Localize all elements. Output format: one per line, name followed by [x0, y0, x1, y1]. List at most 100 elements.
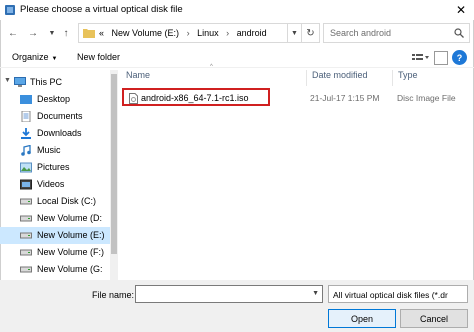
file-name-input[interactable]: ▼ [135, 285, 323, 303]
nav-item-documents[interactable]: Documents [0, 108, 110, 125]
nav-item-label: Pictures [37, 162, 70, 172]
arrow-left-icon: ← [8, 27, 18, 39]
folder-icon [83, 29, 95, 38]
chevron-down-icon: ▼ [48, 29, 56, 37]
column-divider[interactable] [392, 70, 393, 86]
open-button[interactable]: Open [328, 309, 396, 328]
nav-item-music[interactable]: Music [0, 142, 110, 159]
nav-item-label: Downloads [37, 128, 82, 138]
chevron-down-icon[interactable]: ▼ [312, 290, 319, 297]
nav-item-label: Desktop [37, 94, 71, 104]
pictures-folder-icon [20, 162, 32, 173]
nav-item-new-volume-d[interactable]: New Volume (D: [0, 210, 110, 227]
videos-folder-icon [20, 179, 32, 190]
nav-item-new-volume-g[interactable]: New Volume (G: [0, 261, 110, 278]
forward-button[interactable]: → [26, 26, 40, 40]
column-divider[interactable] [306, 70, 307, 86]
help-button[interactable]: ? [452, 50, 467, 65]
documents-folder-icon [21, 111, 31, 122]
window-title: Please choose a virtual optical disk fil… [20, 4, 183, 15]
search-icon [454, 28, 464, 38]
downloads-folder-icon [21, 128, 31, 139]
navigation-pane: ▼ This PC Desktop Documents Downloads Mu… [0, 70, 110, 280]
arrow-up-icon: ↑ [63, 27, 69, 39]
file-type: Disc Image File [397, 93, 456, 103]
nav-item-label: This PC [30, 77, 63, 87]
nav-item-label: Videos [37, 179, 65, 189]
breadcrumb-separator: › [186, 28, 190, 38]
breadcrumb-separator: › [226, 28, 230, 38]
drive-icon [20, 249, 32, 256]
address-bar[interactable]: « New Volume (E:) › Linux › android [78, 23, 288, 43]
close-icon: ✕ [455, 3, 467, 17]
file-type-filter-value: All virtual optical disk files (*.dr [333, 290, 448, 300]
cancel-button[interactable]: Cancel [400, 309, 468, 328]
refresh-icon: ↻ [306, 27, 315, 39]
change-view-button[interactable] [410, 51, 432, 65]
refresh-button[interactable]: ↻ [302, 23, 320, 43]
nav-item-label: Music [37, 145, 61, 155]
drive-icon [20, 232, 32, 239]
caret-down-icon: ▼ [51, 56, 58, 62]
nav-item-label: New Volume (E:) [37, 230, 105, 240]
file-type-filter-select[interactable]: All virtual optical disk files (*.dr [328, 285, 468, 303]
computer-icon [14, 77, 26, 87]
chevron-down-icon: ▼ [291, 29, 298, 37]
nav-item-desktop[interactable]: Desktop [0, 91, 110, 108]
organize-button[interactable]: Organize ▼ [12, 52, 57, 62]
scrollbar-thumb[interactable] [111, 74, 117, 254]
column-header-type[interactable]: Type [398, 70, 418, 86]
drive-icon [20, 266, 32, 273]
address-dropdown-button[interactable]: ▼ [288, 23, 302, 43]
back-button[interactable]: ← [6, 26, 20, 40]
dialog-footer: File name: ▼ All virtual optical disk fi… [0, 280, 474, 332]
breadcrumb: « New Volume (E:) › Linux › android [99, 28, 272, 38]
nav-item-pictures[interactable]: Pictures [0, 159, 110, 176]
disc-image-file-icon [129, 93, 138, 104]
nav-item-label: Local Disk (C:) [37, 196, 97, 206]
file-list: ^ Name Date modified Type android-x86_64… [120, 64, 474, 280]
file-row[interactable]: android-x86_64-7.1-rc1.iso 21-Jul-17 1:1… [120, 88, 474, 106]
virtualbox-icon [5, 5, 15, 15]
search-placeholder: Search android [330, 28, 392, 38]
nav-item-label: New Volume (D: [37, 213, 103, 223]
column-header-name[interactable]: Name [126, 70, 150, 86]
recent-locations-button[interactable]: ▼ [45, 26, 59, 40]
nav-item-this-pc[interactable]: ▼ This PC [0, 74, 110, 91]
desktop-folder-icon [20, 95, 32, 104]
new-folder-button[interactable]: New folder [77, 52, 120, 62]
breadcrumb-overflow[interactable]: « [99, 28, 104, 38]
breadcrumb-item[interactable]: android [237, 28, 267, 38]
address-row: ← → ▼ ↑ « New Volume (E:) › Linux › andr… [0, 20, 474, 46]
view-list-icon [412, 54, 429, 60]
nav-item-label: New Volume (G: [37, 264, 103, 274]
preview-pane-button[interactable] [434, 51, 448, 65]
nav-item-downloads[interactable]: Downloads [0, 125, 110, 142]
drive-icon [20, 198, 32, 205]
command-bar: Organize ▼ New folder ? [0, 48, 474, 68]
music-folder-icon [21, 145, 31, 156]
drive-icon [20, 215, 32, 222]
search-input[interactable]: Search android [323, 23, 470, 43]
file-highlight-box: android-x86_64-7.1-rc1.iso [122, 88, 270, 106]
breadcrumb-item[interactable]: New Volume (E:) [112, 28, 180, 38]
sort-ascending-icon: ^ [210, 64, 213, 70]
breadcrumb-item[interactable]: Linux [197, 28, 219, 38]
nav-item-new-volume-e[interactable]: New Volume (E:) [0, 227, 110, 244]
nav-item-new-volume-f[interactable]: New Volume (F:) [0, 244, 110, 261]
navigation-scrollbar[interactable] [110, 70, 118, 280]
file-name-label: File name: [92, 290, 135, 300]
nav-item-local-disk-c[interactable]: Local Disk (C:) [0, 193, 110, 210]
organize-label: Organize [12, 52, 49, 62]
help-icon: ? [456, 52, 463, 63]
chevron-down-icon[interactable]: ▼ [4, 77, 11, 84]
close-button[interactable]: ✕ [452, 2, 470, 18]
column-header-date[interactable]: Date modified [312, 70, 368, 86]
nav-item-label: Documents [37, 111, 83, 121]
arrow-right-icon: → [28, 27, 38, 39]
title-bar: Please choose a virtual optical disk fil… [0, 0, 474, 20]
file-date-modified: 21-Jul-17 1:15 PM [310, 93, 380, 103]
nav-item-videos[interactable]: Videos [0, 176, 110, 193]
up-button[interactable]: ↑ [59, 26, 73, 40]
file-name: android-x86_64-7.1-rc1.iso [141, 93, 249, 103]
